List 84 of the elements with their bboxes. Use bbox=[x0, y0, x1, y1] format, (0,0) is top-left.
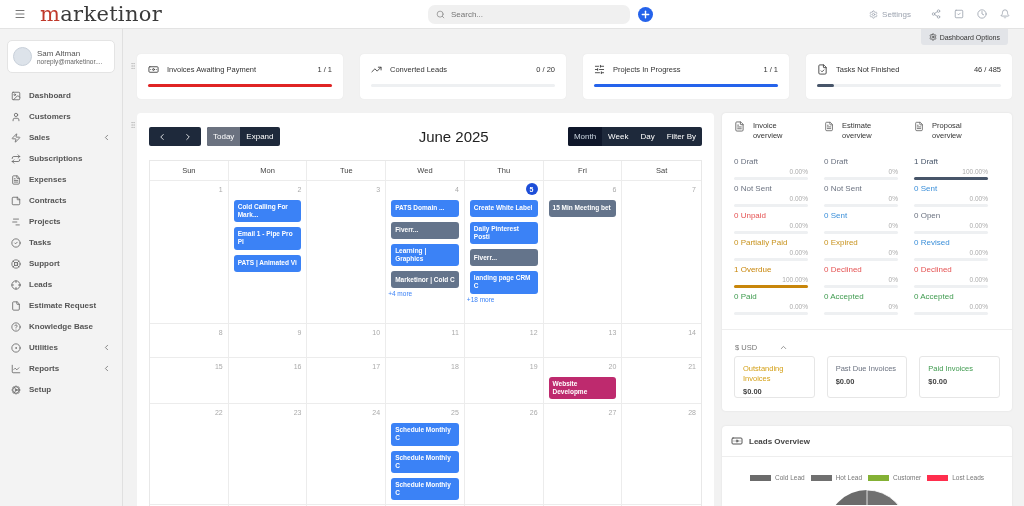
add-button[interactable] bbox=[638, 6, 653, 22]
status-label: 0 Paid bbox=[734, 292, 757, 303]
gear-icon bbox=[869, 9, 879, 19]
status-label: 0 Unpaid bbox=[734, 211, 767, 222]
today-button[interactable]: Today bbox=[207, 127, 241, 146]
chevron-icon[interactable] bbox=[102, 343, 111, 352]
status-label: 0 Declined bbox=[914, 265, 952, 276]
sidebar-item[interactable]: Reports bbox=[29, 364, 94, 373]
status-label: 0 Sent bbox=[914, 184, 938, 195]
status-label: 0 Declined bbox=[824, 265, 862, 276]
clock-icon[interactable] bbox=[977, 9, 987, 19]
bell-icon[interactable] bbox=[1000, 9, 1010, 19]
user-name: Sam Altman bbox=[37, 48, 82, 58]
logo: marketinor bbox=[40, 2, 162, 26]
share-icon[interactable] bbox=[931, 9, 941, 19]
crosshair-icon bbox=[11, 279, 21, 290]
status-label: 0 Not Sent bbox=[824, 184, 862, 195]
user-icon bbox=[11, 111, 21, 122]
lifebuoy-icon bbox=[11, 258, 21, 269]
sidebar-item[interactable]: Sales bbox=[29, 133, 94, 142]
chevron-icon[interactable] bbox=[102, 364, 111, 373]
sliders-icon bbox=[594, 63, 605, 75]
note-icon bbox=[11, 195, 21, 206]
gear-icon bbox=[928, 33, 937, 41]
sidebar-item[interactable]: Expenses bbox=[29, 175, 111, 184]
document-icon bbox=[11, 174, 21, 185]
search-icon bbox=[436, 9, 445, 19]
status-label: 0 Sent bbox=[824, 211, 848, 222]
sidebar-item[interactable]: Subscriptions bbox=[29, 154, 111, 163]
menu-icon[interactable] bbox=[14, 8, 26, 20]
view-tab[interactable]: Filter By bbox=[660, 127, 702, 146]
check-circle-icon bbox=[11, 237, 21, 248]
sidebar-item[interactable]: Setup bbox=[29, 385, 111, 394]
sidebar-item[interactable]: Tasks bbox=[29, 238, 111, 247]
file-icon bbox=[11, 300, 21, 311]
document-icon bbox=[824, 121, 835, 132]
search-field[interactable]: Search... bbox=[428, 4, 630, 24]
status-label: 0 Expired bbox=[824, 238, 858, 249]
chevron-icon[interactable] bbox=[779, 343, 789, 352]
sidebar-item[interactable]: Leads bbox=[29, 280, 111, 289]
lightning-icon bbox=[11, 132, 21, 143]
repeat-icon bbox=[11, 153, 21, 164]
search-input[interactable]: Search... bbox=[451, 9, 601, 19]
status-label: 0 Draft bbox=[824, 157, 848, 168]
document-icon bbox=[734, 121, 745, 132]
checkbox-icon[interactable] bbox=[954, 9, 964, 19]
image-icon bbox=[11, 90, 21, 101]
line-chart-icon bbox=[11, 363, 21, 374]
radio-icon bbox=[11, 342, 21, 353]
expand-button[interactable]: Expand bbox=[240, 127, 280, 146]
status-label: 0 Partially Paid bbox=[734, 238, 788, 249]
sidebar-item[interactable]: Utilities bbox=[29, 343, 94, 352]
view-tab[interactable]: Month bbox=[567, 127, 603, 146]
status-label: 0 Accepted bbox=[824, 292, 864, 303]
sidebar-item[interactable]: Projects bbox=[29, 217, 111, 226]
view-tab[interactable]: Day bbox=[634, 127, 661, 146]
avatar bbox=[13, 47, 32, 66]
sidebar-item[interactable]: Estimate Request bbox=[29, 301, 111, 310]
status-label: 0 Not Sent bbox=[734, 184, 772, 195]
status-label: 0 Open bbox=[914, 211, 941, 222]
chevron-left-icon bbox=[157, 131, 167, 142]
sidebar-item[interactable]: Knowledge Base bbox=[29, 322, 111, 331]
file-check-icon bbox=[817, 63, 828, 75]
banknote-icon bbox=[731, 435, 743, 447]
chevron-icon[interactable] bbox=[102, 133, 111, 142]
calendar-title: June 2025 bbox=[417, 128, 490, 145]
status-label: 0 Accepted bbox=[914, 292, 954, 303]
status-label: 0 Revised bbox=[914, 238, 950, 249]
settings-icon bbox=[11, 384, 21, 395]
banknote-icon bbox=[148, 63, 159, 75]
leads-title: Leads Overview bbox=[749, 436, 810, 446]
sidebar-item[interactable]: Dashboard bbox=[29, 91, 111, 100]
status-label: 0 Draft bbox=[734, 157, 758, 168]
document-icon bbox=[914, 121, 925, 132]
sidebar-item[interactable]: Contracts bbox=[29, 196, 111, 205]
chevron-right-icon bbox=[183, 131, 193, 142]
status-label: 1 Draft bbox=[914, 157, 938, 168]
help-icon bbox=[11, 321, 21, 332]
drag-handle-icon[interactable] bbox=[129, 121, 137, 129]
sidebar-item[interactable]: Customers bbox=[29, 112, 111, 121]
drag-handle-icon[interactable] bbox=[129, 62, 137, 70]
status-label: 1 Overdue bbox=[734, 265, 772, 276]
view-tab[interactable]: Week bbox=[602, 127, 635, 146]
sidebar-item[interactable]: Support bbox=[29, 259, 111, 268]
